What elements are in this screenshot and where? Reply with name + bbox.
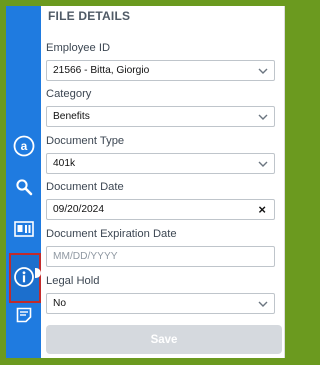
legal-hold-select[interactable]: No bbox=[46, 293, 275, 314]
chevron-down-icon bbox=[258, 114, 268, 120]
document-type-label: Document Type bbox=[46, 135, 125, 147]
document-type-value: 401k bbox=[53, 158, 76, 169]
legal-hold-label: Legal Hold bbox=[46, 275, 100, 287]
expiration-date-label: Document Expiration Date bbox=[46, 228, 177, 240]
document-date-label: Document Date bbox=[46, 181, 124, 193]
document-date-input[interactable]: 09/20/2024 × bbox=[46, 199, 275, 220]
save-button[interactable]: Save bbox=[46, 325, 282, 354]
id-card-icon[interactable] bbox=[6, 219, 41, 239]
svg-text:a: a bbox=[20, 139, 27, 153]
expiration-date-input[interactable]: MM/DD/YYYY bbox=[46, 246, 275, 267]
document-type-select[interactable]: 401k bbox=[46, 153, 275, 174]
chevron-down-icon bbox=[258, 301, 268, 307]
sidebar: a bbox=[6, 6, 41, 358]
at-sign-icon[interactable]: a bbox=[6, 134, 41, 158]
file-details-panel: FILE DETAILS Employee ID 21566 - Bitta, … bbox=[41, 6, 284, 358]
category-value: Benefits bbox=[53, 111, 90, 122]
category-label: Category bbox=[46, 88, 92, 100]
legal-hold-value: No bbox=[53, 298, 67, 309]
clear-date-icon[interactable]: × bbox=[258, 202, 266, 217]
search-person-icon[interactable] bbox=[6, 177, 41, 197]
chevron-down-icon bbox=[258, 68, 268, 74]
app-frame: a FILE DETAILS Employee ID 21566 - Bitta… bbox=[0, 0, 291, 365]
employee-id-value: 21566 - Bitta, Giorgio bbox=[53, 65, 150, 76]
document-date-value: 09/20/2024 bbox=[53, 204, 104, 215]
panel-title: FILE DETAILS bbox=[48, 9, 131, 23]
expiration-date-placeholder: MM/DD/YYYY bbox=[53, 251, 118, 262]
chevron-down-icon bbox=[258, 161, 268, 167]
category-select[interactable]: Benefits bbox=[46, 106, 275, 127]
employee-id-select[interactable]: 21566 - Bitta, Giorgio bbox=[46, 60, 275, 81]
scrollbar[interactable] bbox=[284, 6, 285, 358]
notes-icon[interactable] bbox=[6, 306, 41, 324]
employee-id-label: Employee ID bbox=[46, 42, 111, 54]
